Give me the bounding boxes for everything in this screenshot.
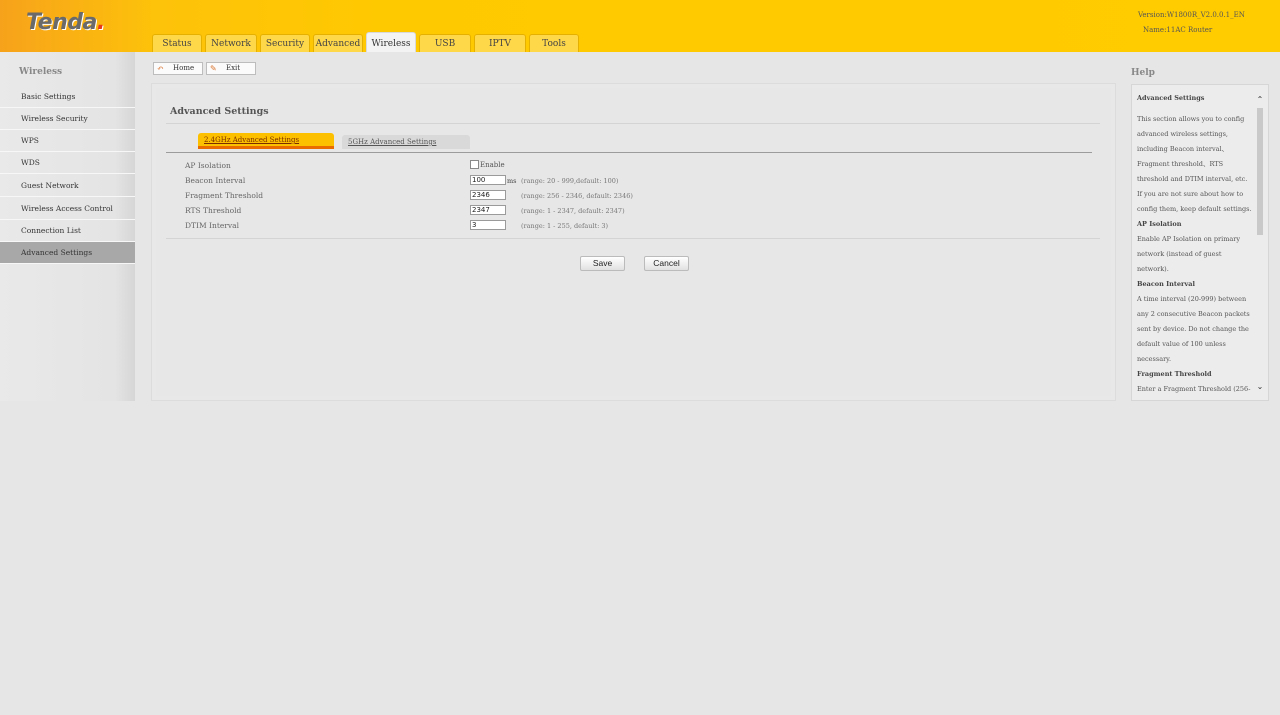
sidebar-title: Wireless: [19, 67, 63, 77]
tab-5ghz-advanced[interactable]: 5GHz Advanced Settings: [342, 135, 470, 149]
beacon-interval-hint: (range: 20 - 999,default: 100): [521, 177, 619, 185]
help-panel: Advanced Settings This section allows yo…: [1131, 84, 1269, 401]
dtim-interval-input[interactable]: 3: [470, 220, 506, 230]
save-button[interactable]: Save: [580, 256, 625, 271]
fragment-threshold-input[interactable]: 2346: [470, 190, 506, 200]
ap-isolation-label: AP Isolation: [185, 161, 231, 170]
sidebar-item-wireless-security[interactable]: Wireless Security: [0, 108, 135, 130]
home-button[interactable]: ↶ Home: [153, 62, 203, 75]
scroll-down-arrow-icon[interactable]: ⌄: [1255, 382, 1265, 392]
sidebar-item-connection-list[interactable]: Connection List: [0, 220, 135, 242]
sidebar: Wireless Basic Settings Wireless Securit…: [0, 52, 135, 401]
help-text-ap-isolation: Enable AP Isolation on primary network (…: [1137, 235, 1241, 273]
device-name: Name:11AC Router: [1143, 26, 1213, 34]
home-icon: ↶: [157, 64, 164, 73]
header-bar: Tenda. Status Network Security Advanced …: [0, 0, 1280, 52]
sidebar-item-advanced-settings[interactable]: Advanced Settings: [0, 242, 135, 264]
help-heading-advanced-settings: Advanced Settings: [1137, 94, 1205, 102]
beacon-interval-input[interactable]: 100: [470, 175, 506, 185]
tab-status[interactable]: Status: [152, 34, 202, 52]
page-title: Advanced Settings: [170, 106, 269, 117]
dtim-interval-hint: (range: 1 - 255, default: 3): [521, 222, 609, 230]
help-text-fragment-threshold: Enter a Fragment Threshold (256-2346). A…: [1137, 385, 1251, 393]
help-heading-beacon-interval: Beacon Interval: [1137, 280, 1195, 288]
sidebar-item-basic-settings[interactable]: Basic Settings: [0, 86, 135, 108]
home-label: Home: [173, 64, 195, 72]
rts-threshold-input[interactable]: 2347: [470, 205, 506, 215]
tab-2-4ghz-advanced[interactable]: 2.4GHz Advanced Settings: [198, 133, 334, 149]
tab-wireless[interactable]: Wireless: [366, 32, 416, 52]
tab-security[interactable]: Security: [260, 34, 310, 52]
tab-tools[interactable]: Tools: [529, 34, 579, 52]
help-scrollbar[interactable]: ⌃ ⌄: [1255, 91, 1265, 396]
exit-label: Exit: [226, 64, 241, 72]
cancel-button[interactable]: Cancel: [644, 256, 689, 271]
tenda-logo[interactable]: Tenda.: [26, 10, 105, 35]
beacon-interval-unit: ms: [507, 177, 517, 185]
title-divider: [166, 123, 1100, 124]
main-panel: Advanced Settings 2.4GHz Advanced Settin…: [151, 83, 1116, 401]
tab-advanced[interactable]: Advanced: [313, 34, 363, 52]
firmware-version: Version:W1800R_V2.0.0.1_EN: [1138, 11, 1245, 19]
scrollbar-thumb[interactable]: [1257, 108, 1263, 235]
ap-isolation-enable-label: Enable: [480, 161, 505, 169]
rts-threshold-hint: (range: 1 - 2347, default: 2347): [521, 207, 625, 215]
help-text-advanced-settings: This section allows you to config advanc…: [1137, 115, 1252, 213]
sidebar-item-wps[interactable]: WPS: [0, 130, 135, 152]
help-title: Help: [1131, 68, 1155, 78]
help-content: Advanced Settings This section allows yo…: [1137, 85, 1254, 400]
help-heading-ap-isolation: AP Isolation: [1137, 220, 1182, 228]
tab-network[interactable]: Network: [205, 34, 257, 52]
exit-button[interactable]: ✎ Exit: [206, 62, 256, 75]
main-nav-tabs: Status Network Security Advanced Wireles…: [152, 32, 579, 52]
tab-iptv[interactable]: IPTV: [474, 34, 526, 52]
help-heading-fragment-threshold: Fragment Threshold: [1137, 370, 1212, 378]
dtim-interval-label: DTIM Interval: [185, 221, 239, 230]
rts-threshold-label: RTS Threshold: [185, 206, 242, 215]
beacon-interval-label: Beacon Interval: [185, 176, 246, 185]
sidebar-item-guest-network[interactable]: Guest Network: [0, 175, 135, 197]
ap-isolation-checkbox[interactable]: [470, 160, 479, 169]
help-text-beacon-interval: A time interval (20-999) between any 2 c…: [1137, 295, 1250, 363]
sidebar-item-wds[interactable]: WDS: [0, 152, 135, 174]
scroll-up-arrow-icon[interactable]: ⌃: [1255, 95, 1265, 105]
subtab-divider: [166, 152, 1092, 153]
tab-usb[interactable]: USB: [419, 34, 471, 52]
sidebar-item-wireless-access-control[interactable]: Wireless Access Control: [0, 198, 135, 220]
form-divider: [166, 238, 1100, 239]
fragment-threshold-label: Fragment Threshold: [185, 191, 264, 200]
exit-icon: ✎: [210, 64, 217, 73]
fragment-threshold-hint: (range: 256 - 2346, default: 2346): [521, 192, 633, 200]
settings-form: Advanced Settings 2.4GHz Advanced Settin…: [156, 88, 1111, 396]
